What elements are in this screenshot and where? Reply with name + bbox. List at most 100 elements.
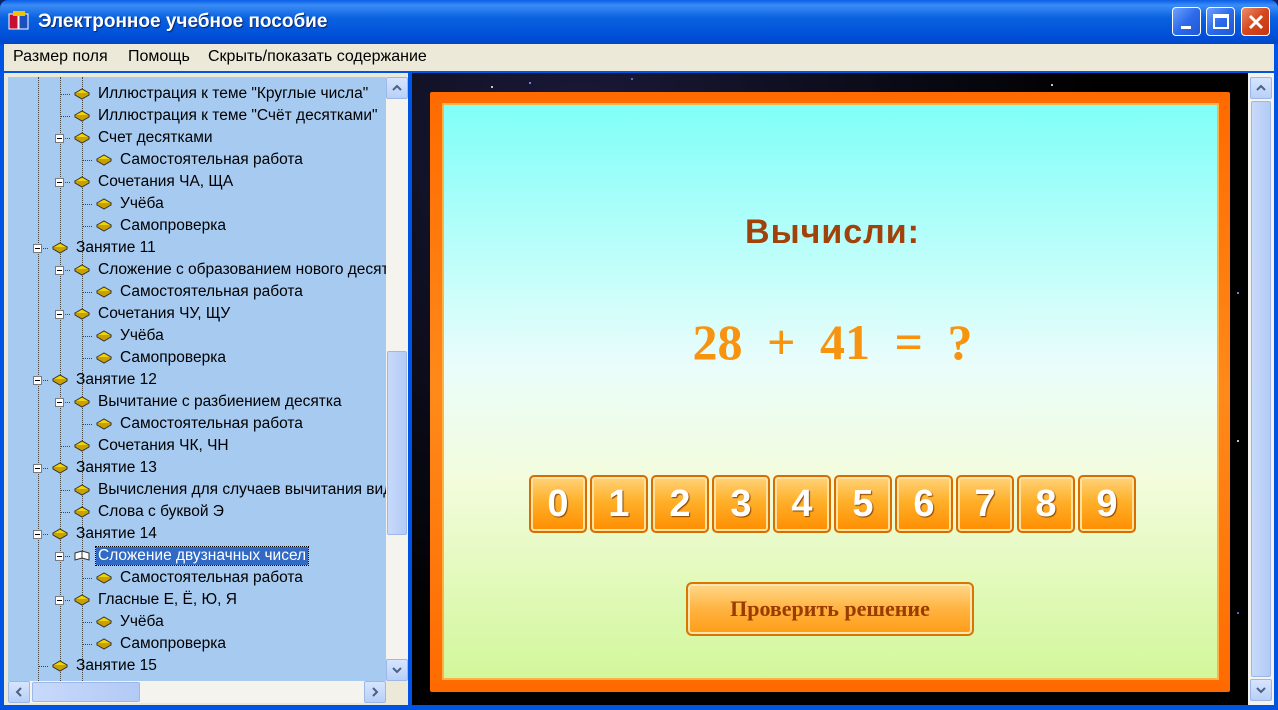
book-icon: [74, 176, 90, 188]
digit-button-5[interactable]: 5: [834, 475, 892, 533]
contents-tree[interactable]: Иллюстрация к теме "Круглые числа" Иллюст…: [8, 77, 386, 681]
book-icon: [96, 352, 112, 364]
tree-collapse-toggle[interactable]: [55, 310, 64, 319]
task-heading: Вычисли:: [745, 213, 920, 251]
tree-collapse-toggle[interactable]: [33, 244, 42, 253]
scroll-down-button[interactable]: [386, 659, 408, 681]
tree-item[interactable]: Учёба: [96, 611, 166, 633]
digit-button-2[interactable]: 2: [651, 475, 709, 533]
tree-item-label: Самостоятельная работа: [120, 415, 303, 432]
tree-item[interactable]: Слова с буквой Э: [74, 501, 226, 523]
tree-collapse-toggle[interactable]: [55, 134, 64, 143]
digit-button-3[interactable]: 3: [712, 475, 770, 533]
tree-item-label: Иллюстрация к теме "Круглые числа": [98, 85, 369, 102]
tree-item-label: Сочетания ЧА, ЩА: [98, 173, 234, 190]
tree-connector: [82, 578, 92, 579]
tree-item[interactable]: Занятие 15: [52, 655, 159, 677]
tree-item[interactable]: Учёба: [96, 325, 166, 347]
tree-connector: [82, 226, 92, 227]
tree-item-label: Учёба: [120, 613, 164, 630]
digit-button-7[interactable]: 7: [956, 475, 1014, 533]
tree-item[interactable]: Занятие 11: [52, 237, 158, 259]
tree-item-label: Самостоятельная работа: [120, 151, 303, 168]
horizontal-scroll-thumb[interactable]: [32, 682, 140, 702]
scroll-thumb[interactable]: [387, 351, 407, 535]
tree-item[interactable]: Вычитание с разбиением десятка: [74, 391, 344, 413]
chevron-down-icon: [1256, 687, 1266, 694]
tree-collapse-toggle[interactable]: [55, 596, 64, 605]
tree-collapse-toggle[interactable]: [55, 552, 64, 561]
tree-item-label: Сочетания ЧУ, ЩУ: [98, 305, 231, 322]
menu-bar: Размер поля Помощь Скрыть/показать содер…: [4, 44, 1274, 71]
tree-item[interactable]: Занятие 13: [52, 457, 159, 479]
tree-collapse-toggle[interactable]: [55, 178, 64, 187]
book-icon: [74, 88, 90, 100]
tree-item[interactable]: Самопроверка: [96, 347, 228, 369]
tree-item[interactable]: Вычисления для случаев вычитания вида: [74, 479, 386, 501]
tree-item[interactable]: Самопроверка: [96, 633, 228, 655]
tree-item-label: Учёба: [120, 195, 164, 212]
tree-item[interactable]: Самостоятельная работа: [96, 281, 305, 303]
menu-help[interactable]: Помощь: [128, 48, 190, 66]
tree-item[interactable]: Гласные Е, Ё, Ю, Я: [74, 589, 239, 611]
digit-button-1[interactable]: 1: [590, 475, 648, 533]
tree-item[interactable]: Сочетания ЧУ, ЩУ: [74, 303, 232, 325]
menu-field-size[interactable]: Размер поля: [13, 48, 108, 66]
tree-collapse-toggle[interactable]: [55, 398, 64, 407]
tree-collapse-toggle[interactable]: [55, 266, 64, 275]
tree-item[interactable]: Занятие 12: [52, 369, 159, 391]
digit-button-0[interactable]: 0: [529, 475, 587, 533]
book-icon: [74, 308, 90, 320]
book-icon: [96, 154, 112, 166]
digit-button-8[interactable]: 8: [1017, 475, 1075, 533]
tree-item[interactable]: Самопроверка: [96, 215, 228, 237]
tree-horizontal-scrollbar[interactable]: [8, 681, 386, 703]
tree-item[interactable]: Иллюстрация к теме "Счёт десятками": [74, 105, 379, 127]
scroll-up-button[interactable]: [386, 77, 408, 99]
window-title: Электронное учебное пособие: [38, 11, 328, 32]
maximize-button[interactable]: [1206, 7, 1235, 36]
digit-button-4[interactable]: 4: [773, 475, 831, 533]
tree-item[interactable]: Сложение двузначных чисел: [74, 545, 310, 567]
tree-collapse-toggle[interactable]: [33, 530, 42, 539]
tree-collapse-toggle[interactable]: [33, 464, 42, 473]
tree-item[interactable]: Занятие 14: [52, 523, 159, 545]
book-icon: [74, 484, 90, 496]
menu-toggle-contents[interactable]: Скрыть/показать содержание: [208, 48, 427, 66]
tree-item[interactable]: Самостоятельная работа: [96, 567, 305, 589]
scroll-right-button[interactable]: [364, 681, 386, 703]
tree-collapse-toggle[interactable]: [33, 376, 42, 385]
tree-vertical-scrollbar[interactable]: [386, 77, 408, 681]
close-button[interactable]: [1241, 7, 1270, 36]
digit-button-9[interactable]: 9: [1078, 475, 1136, 533]
tree-item[interactable]: Сочетания ЧК, ЧН: [74, 435, 231, 457]
tree-item[interactable]: Учёба: [96, 193, 166, 215]
tree-item-label: Самопроверка: [120, 349, 226, 366]
tree-connector: [60, 94, 70, 95]
tree-item[interactable]: Иллюстрация к теме "Круглые числа": [74, 83, 370, 105]
app-icon: [8, 11, 29, 30]
tree-item-label: Сложение с образованием нового десятка: [98, 261, 386, 278]
tree-item[interactable]: Самостоятельная работа: [96, 149, 305, 171]
tree-item-label: Счет десятками: [98, 129, 213, 146]
content-scroll-down-button[interactable]: [1250, 679, 1272, 701]
content-scroll-thumb[interactable]: [1251, 101, 1271, 677]
content-vertical-scrollbar[interactable]: [1248, 73, 1274, 705]
tree-item[interactable]: Сочетания ЧА, ЩА: [74, 171, 235, 193]
tree-connector: [82, 292, 92, 293]
title-bar[interactable]: Электронное учебное пособие: [0, 0, 1278, 44]
check-solution-button[interactable]: Проверить решение: [686, 582, 974, 636]
scroll-left-button[interactable]: [8, 681, 30, 703]
digit-button-6[interactable]: 6: [895, 475, 953, 533]
minimize-button[interactable]: [1172, 7, 1201, 36]
content-scroll-up-button[interactable]: [1250, 77, 1272, 99]
exercise-board: Вычисли: 28 + 41 = ? 0123456789 Проверит…: [442, 103, 1219, 680]
tree-item-label: Вычисления для случаев вычитания вида: [98, 481, 386, 498]
minimize-icon: [1181, 26, 1191, 29]
tree-item[interactable]: Сложение с образованием нового десятка: [74, 259, 386, 281]
book-icon: [74, 440, 90, 452]
tree-connector: [82, 160, 92, 161]
tree-connector: [82, 358, 92, 359]
tree-item[interactable]: Самостоятельная работа: [96, 413, 305, 435]
tree-item[interactable]: Счет десятками: [74, 127, 215, 149]
